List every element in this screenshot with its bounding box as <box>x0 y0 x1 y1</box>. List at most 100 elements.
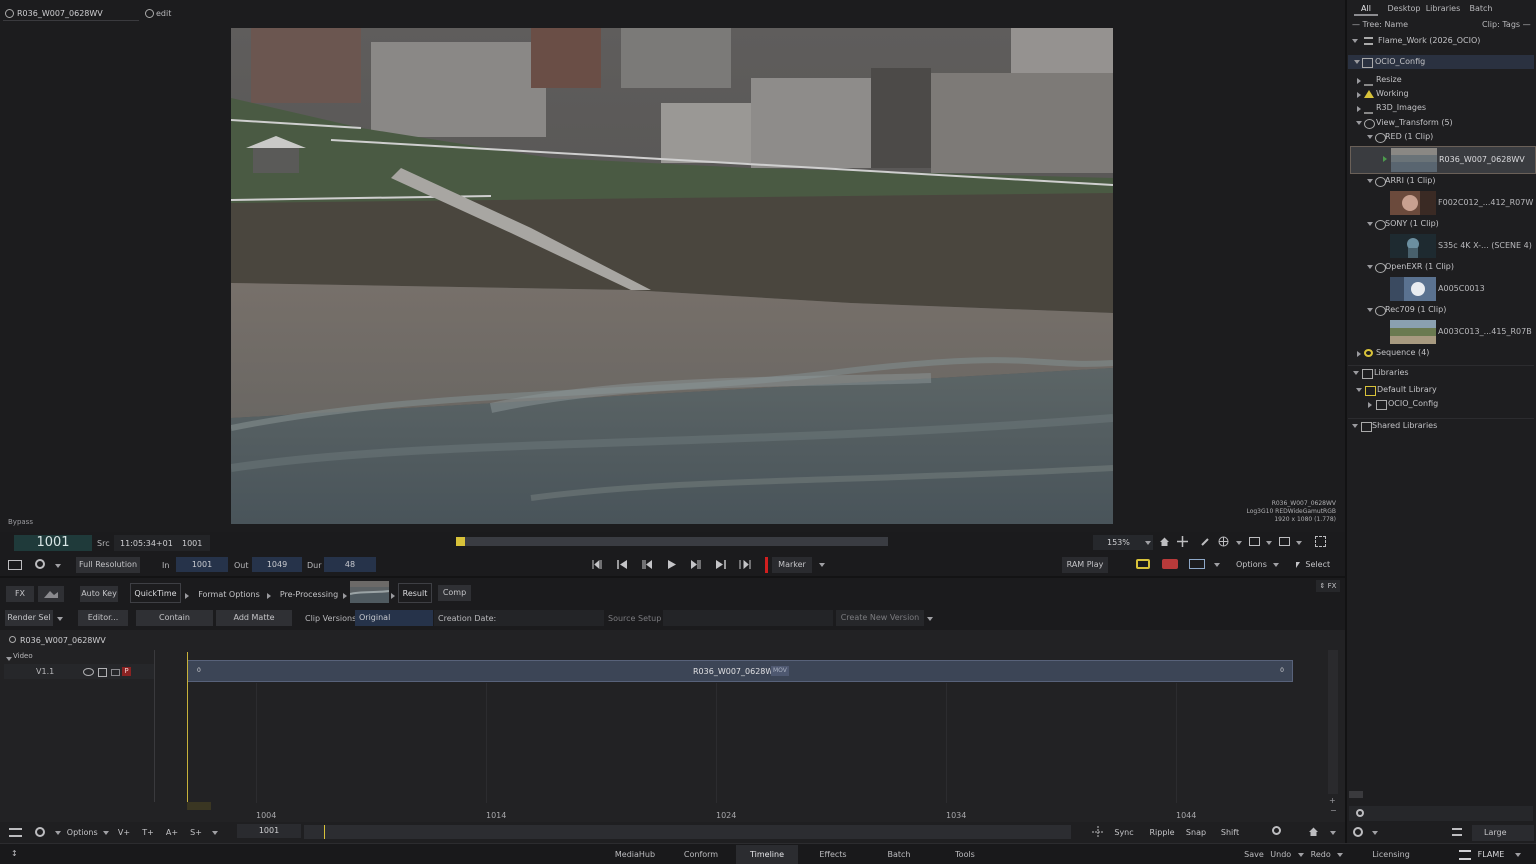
step-forward-icon[interactable] <box>690 560 701 571</box>
render-sel-dropdown-icon[interactable] <box>57 617 63 621</box>
expand-icon[interactable] <box>1353 371 1359 375</box>
tree-sony-clip[interactable]: S35c 4K X-... (SCENE 4) <box>1350 233 1534 259</box>
tree-shared-libraries[interactable]: Shared Libraries <box>1348 418 1534 433</box>
scrub-bar[interactable] <box>456 537 888 546</box>
zoom-field[interactable]: 153% <box>1093 535 1153 550</box>
tree-red-clip[interactable]: R036_W007_0628WV <box>1350 146 1536 174</box>
fx-button[interactable]: FX <box>6 586 34 602</box>
display-icon[interactable] <box>1249 537 1260 546</box>
tree-arri-folder[interactable]: ARRI (1 Clip) <box>1348 174 1534 188</box>
link-icon[interactable] <box>1136 559 1150 569</box>
track-visibility-icon[interactable] <box>83 668 94 676</box>
browser-tab-libraries[interactable]: Libraries <box>1424 2 1462 16</box>
record-icon[interactable] <box>1162 559 1178 569</box>
timeline-gear-dropdown-icon[interactable] <box>55 831 61 835</box>
timeline-clip[interactable]: 0 R036_W007_0628WV MOV 0 <box>187 660 1293 682</box>
track-primary-badge[interactable]: P <box>122 667 131 676</box>
expand-icon[interactable] <box>1367 308 1373 312</box>
expand-icon[interactable] <box>1354 60 1360 64</box>
focus-icon[interactable] <box>1092 826 1104 838</box>
viewer-mode-icon[interactable] <box>8 560 22 570</box>
flame-menu-button[interactable]: FLAME <box>1446 845 1534 864</box>
render-sel-button[interactable]: Render Sel <box>5 610 53 626</box>
scrub-playhead[interactable] <box>456 537 465 546</box>
tree-arri-clip[interactable]: F002C012_...412_R07W <box>1350 190 1534 216</box>
nav-tab-batch[interactable]: Batch <box>874 845 924 864</box>
viewer-edit-tab[interactable]: edit <box>144 7 204 21</box>
select-tool-button[interactable]: Select <box>1290 557 1336 573</box>
expand-icon[interactable] <box>1356 388 1362 392</box>
format-options-tab[interactable]: Format Options <box>193 587 265 603</box>
timeline-vscroll[interactable] <box>1328 650 1338 794</box>
nav-tab-effects[interactable]: Effects <box>808 845 858 864</box>
frame-counter[interactable]: 1001 <box>14 535 92 551</box>
track-header[interactable]: V1.1 P <box>4 664 154 679</box>
go-to-out-icon[interactable] <box>739 559 751 571</box>
ripple-button[interactable]: Ripple <box>1146 825 1178 841</box>
tree-sony-folder[interactable]: SONY (1 Clip) <box>1348 217 1534 231</box>
home-icon[interactable] <box>1159 536 1170 547</box>
step-back-icon[interactable] <box>642 560 653 571</box>
track-lock-icon[interactable] <box>98 668 107 677</box>
expand-icon[interactable] <box>1352 39 1358 43</box>
settings-gear-icon[interactable] <box>35 559 45 569</box>
snap-button[interactable]: Snap <box>1182 825 1210 841</box>
out-field[interactable]: 1049 <box>252 557 302 572</box>
add-matte-button[interactable]: Add Matte <box>216 610 292 626</box>
go-to-in-icon[interactable] <box>592 559 604 571</box>
tree-libraries[interactable]: Libraries <box>1348 365 1534 380</box>
create-new-version-button[interactable]: Create New Version <box>836 610 924 626</box>
settings-dropdown-icon[interactable] <box>55 564 61 568</box>
expand-icon[interactable] <box>1352 424 1358 428</box>
timeline-home-dropdown-icon[interactable] <box>1330 831 1336 835</box>
tree-lib-ocio[interactable]: OCIO_Config <box>1348 397 1534 411</box>
shift-button[interactable]: Shift <box>1216 825 1244 841</box>
nav-tab-timeline[interactable]: Timeline <box>736 845 798 864</box>
collapse-icon[interactable] <box>1357 78 1361 84</box>
swap-dropdown-icon[interactable] <box>1214 563 1220 567</box>
tree-workspace[interactable]: Flame_Work (2026_OCIO) <box>1348 34 1534 48</box>
tree-openexr-folder[interactable]: OpenEXR (1 Clip) <box>1348 260 1534 274</box>
browser-gear-icon[interactable] <box>1353 827 1363 837</box>
redo-button[interactable]: Redo <box>1308 845 1346 864</box>
tree-ocio-config[interactable]: OCIO_Config <box>1348 55 1534 69</box>
expand-icon[interactable] <box>1367 222 1373 226</box>
browser-tab-all[interactable]: All <box>1354 2 1378 16</box>
collapse-icon[interactable] <box>1357 106 1361 112</box>
tree-working[interactable]: Working <box>1348 87 1534 101</box>
add-video-track-button[interactable]: V+ <box>114 825 134 841</box>
play-clip-icon[interactable] <box>1383 156 1387 162</box>
expand-icon[interactable] <box>1367 265 1373 269</box>
src-timecode-field[interactable]: 11:05:34+01 1001 <box>114 535 210 551</box>
nav-collapse-icon[interactable]: ↕ <box>11 849 18 858</box>
options-button[interactable]: Options <box>1236 557 1282 573</box>
quicktime-tab[interactable]: QuickTime <box>130 583 181 603</box>
video-collapse-icon[interactable] <box>6 654 12 663</box>
thumbnail-size-select[interactable]: Large <box>1472 825 1534 841</box>
full-resolution-button[interactable]: Full Resolution <box>76 557 140 573</box>
expand-icon[interactable] <box>1367 179 1373 183</box>
tree-resize[interactable]: Resize <box>1348 73 1534 87</box>
dur-field[interactable]: 48 <box>324 557 376 572</box>
tree-sequence[interactable]: Sequence (4) <box>1348 346 1534 360</box>
list-view-icon[interactable] <box>1452 828 1462 836</box>
matte-icon[interactable] <box>38 586 64 602</box>
collapse-icon[interactable] <box>1357 351 1361 357</box>
play-icon[interactable] <box>668 560 676 571</box>
add-title-track-button[interactable]: T+ <box>138 825 158 841</box>
overlay-icon[interactable] <box>1279 537 1290 546</box>
create-version-dropdown-icon[interactable] <box>927 617 933 621</box>
fx-toggle-right[interactable]: ⇕ FX <box>1316 580 1340 592</box>
timeline-scroll-playhead[interactable] <box>324 825 325 839</box>
timeline-frame-field[interactable]: 1001 <box>237 824 301 838</box>
result-tab[interactable]: Result <box>398 583 432 603</box>
viewer-image[interactable] <box>231 28 1113 524</box>
nav-tab-tools[interactable]: Tools <box>940 845 990 864</box>
source-setup-field[interactable] <box>663 610 833 626</box>
track-patch-icon[interactable] <box>111 669 120 676</box>
comp-tab[interactable]: Comp <box>438 585 471 601</box>
tree-rec709-folder[interactable]: Rec709 (1 Clip) <box>1348 303 1534 317</box>
marker-button[interactable]: Marker <box>772 557 812 573</box>
add-audio-track-button[interactable]: A+ <box>162 825 182 841</box>
undo-button[interactable]: Undo <box>1268 845 1306 864</box>
